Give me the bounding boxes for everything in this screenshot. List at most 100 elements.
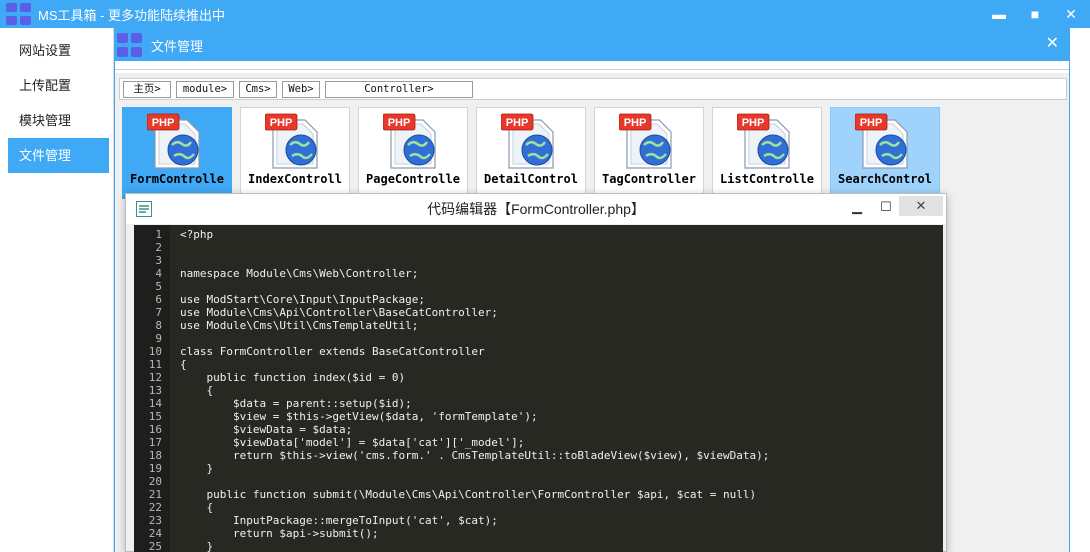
code-area[interactable]: 1 <?php 2 3 4 namespace Module\Cms\Web\Contro…	[134, 225, 943, 552]
code-line: 19 }	[134, 462, 943, 475]
minimize-icon[interactable]: ▁	[852, 199, 862, 215]
file-manager-header: 文件管理 ✕	[115, 29, 1069, 61]
file-tile[interactable]: PHP PageControlle	[358, 107, 468, 199]
file-name: ListControlle	[720, 172, 814, 186]
editor-app-icon	[136, 201, 152, 217]
line-number: 25	[148, 540, 162, 552]
code-text: use Module\Cms\Api\Controller\BaseCatCon…	[180, 306, 498, 319]
code-line: 14 $data = parent::setup($id);	[134, 397, 943, 410]
sidebar-item-site-settings[interactable]: 网站设置	[8, 33, 109, 68]
svg-text:PHP: PHP	[388, 117, 411, 129]
code-line: 25 }	[134, 540, 943, 552]
line-number: 16	[148, 423, 162, 436]
app-title-bar: MS工具箱 - 更多功能陆续推出中 ▬ ■ ✕	[0, 0, 1090, 28]
line-number: 19	[148, 462, 162, 475]
breadcrumb-item-web[interactable]: Web>	[282, 81, 320, 98]
line-number: 9	[155, 332, 162, 345]
line-number: 18	[148, 449, 162, 462]
php-file-icon: PHP	[737, 113, 790, 169]
code-text: {	[180, 501, 214, 514]
file-name: SearchControl	[838, 172, 932, 186]
code-line: 12 public function index($id = 0)	[134, 371, 943, 384]
svg-text:PHP: PHP	[860, 117, 883, 129]
file-tile[interactable]: PHP FormControlle	[122, 107, 232, 199]
code-line: 16 $viewData = $data;	[134, 423, 943, 436]
file-name: DetailControl	[484, 172, 578, 186]
line-number: 22	[148, 501, 162, 514]
close-icon[interactable]: ✕	[1046, 35, 1059, 53]
php-file-icon: PHP	[619, 113, 672, 169]
sidebar-item-file-manager[interactable]: 文件管理	[8, 138, 109, 173]
divider	[115, 69, 1069, 70]
code-editor-title-bar: 代码编辑器【FormController.php】 ▁ ☐ ✕	[126, 194, 946, 224]
file-tile[interactable]: PHP IndexControll	[240, 107, 350, 199]
code-line: 17 $viewData['model'] = $data['cat']['_m…	[134, 436, 943, 449]
code-text: {	[180, 384, 214, 397]
code-line: 24 return $api->submit();	[134, 527, 943, 540]
close-icon[interactable]: ✕	[1064, 7, 1078, 21]
sidebar-item-upload-config[interactable]: 上传配置	[8, 68, 109, 103]
code-editor-window: 代码编辑器【FormController.php】 ▁ ☐ ✕ 1 <?php 2 3…	[125, 193, 947, 552]
svg-text:PHP: PHP	[270, 117, 293, 129]
line-number: 14	[148, 397, 162, 410]
php-file-icon: PHP	[855, 113, 908, 169]
code-line: 11 {	[134, 358, 943, 371]
window-controls: ▬ ■ ✕	[992, 0, 1078, 28]
line-number: 17	[148, 436, 162, 449]
code-text: $viewData['model'] = $data['cat']['_mode…	[180, 436, 525, 449]
minimize-icon[interactable]: ▬	[992, 7, 1006, 21]
php-file-icon: PHP	[383, 113, 436, 169]
file-name: IndexControll	[248, 172, 342, 186]
code-text: InputPackage::mergeToInput('cat', $cat);	[180, 514, 498, 527]
file-tile[interactable]: PHP TagController	[594, 107, 704, 199]
line-number: 13	[148, 384, 162, 397]
code-text: <?php	[180, 228, 214, 241]
code-line: 6 use ModStart\Core\Input\InputPackage;	[134, 293, 943, 306]
line-number: 20	[148, 475, 162, 488]
code-line: 10 class FormController extends BaseCatCo…	[134, 345, 943, 358]
maximize-icon[interactable]: ■	[1028, 7, 1042, 21]
breadcrumb-item-home[interactable]: 主页>	[123, 81, 171, 98]
code-text: $viewData = $data;	[180, 423, 353, 436]
svg-text:PHP: PHP	[624, 117, 647, 129]
file-manager-logo-icon	[117, 33, 143, 57]
code-editor-title: 代码编辑器【FormController.php】	[427, 201, 645, 217]
code-text: namespace Module\Cms\Web\Controller;	[180, 267, 419, 280]
breadcrumb-item-module[interactable]: module>	[176, 81, 234, 98]
file-tile[interactable]: PHP DetailControl	[476, 107, 586, 199]
close-icon[interactable]: ✕	[899, 196, 943, 216]
file-name: PageControlle	[366, 172, 460, 186]
line-number: 7	[155, 306, 162, 319]
sidebar: 网站设置 上传配置 模块管理 文件管理	[0, 28, 114, 552]
code-line: 23 InputPackage::mergeToInput('cat', $ca…	[134, 514, 943, 527]
file-tile[interactable]: PHP SearchControl	[830, 107, 940, 199]
code-line: 2	[134, 241, 943, 254]
code-text: public function index($id = 0)	[180, 371, 406, 384]
line-number: 15	[148, 410, 162, 423]
code-line: 13 {	[134, 384, 943, 397]
file-tile[interactable]: PHP ListControlle	[712, 107, 822, 199]
breadcrumb-item-cms[interactable]: Cms>	[239, 81, 277, 98]
line-number: 8	[155, 319, 162, 332]
line-number: 11	[148, 358, 162, 371]
code-line: 4 namespace Module\Cms\Web\Controller;	[134, 267, 943, 280]
code-text: return $this->view('cms.form.' . CmsTemp…	[180, 449, 770, 462]
svg-text:PHP: PHP	[152, 117, 175, 129]
sidebar-item-module-manager[interactable]: 模块管理	[8, 103, 109, 138]
line-number: 21	[148, 488, 162, 501]
code-text: }	[180, 540, 214, 552]
code-text: use ModStart\Core\Input\InputPackage;	[180, 293, 426, 306]
line-number: 6	[155, 293, 162, 306]
maximize-icon[interactable]: ☐	[880, 199, 892, 215]
file-manager-title: 文件管理	[151, 38, 204, 54]
code-line: 3	[134, 254, 943, 267]
breadcrumb-item-controller[interactable]: Controller>	[325, 81, 473, 98]
code-text: return $api->submit();	[180, 527, 379, 540]
breadcrumb: 主页> module> Cms> Web> Controller>	[119, 78, 1067, 100]
line-number: 10	[148, 345, 162, 358]
line-number: 4	[155, 267, 162, 280]
php-file-icon: PHP	[147, 113, 200, 169]
code-text: }	[180, 462, 214, 475]
file-name: TagController	[602, 172, 696, 186]
code-line: 21 public function submit(\Module\Cms\Ap…	[134, 488, 943, 501]
